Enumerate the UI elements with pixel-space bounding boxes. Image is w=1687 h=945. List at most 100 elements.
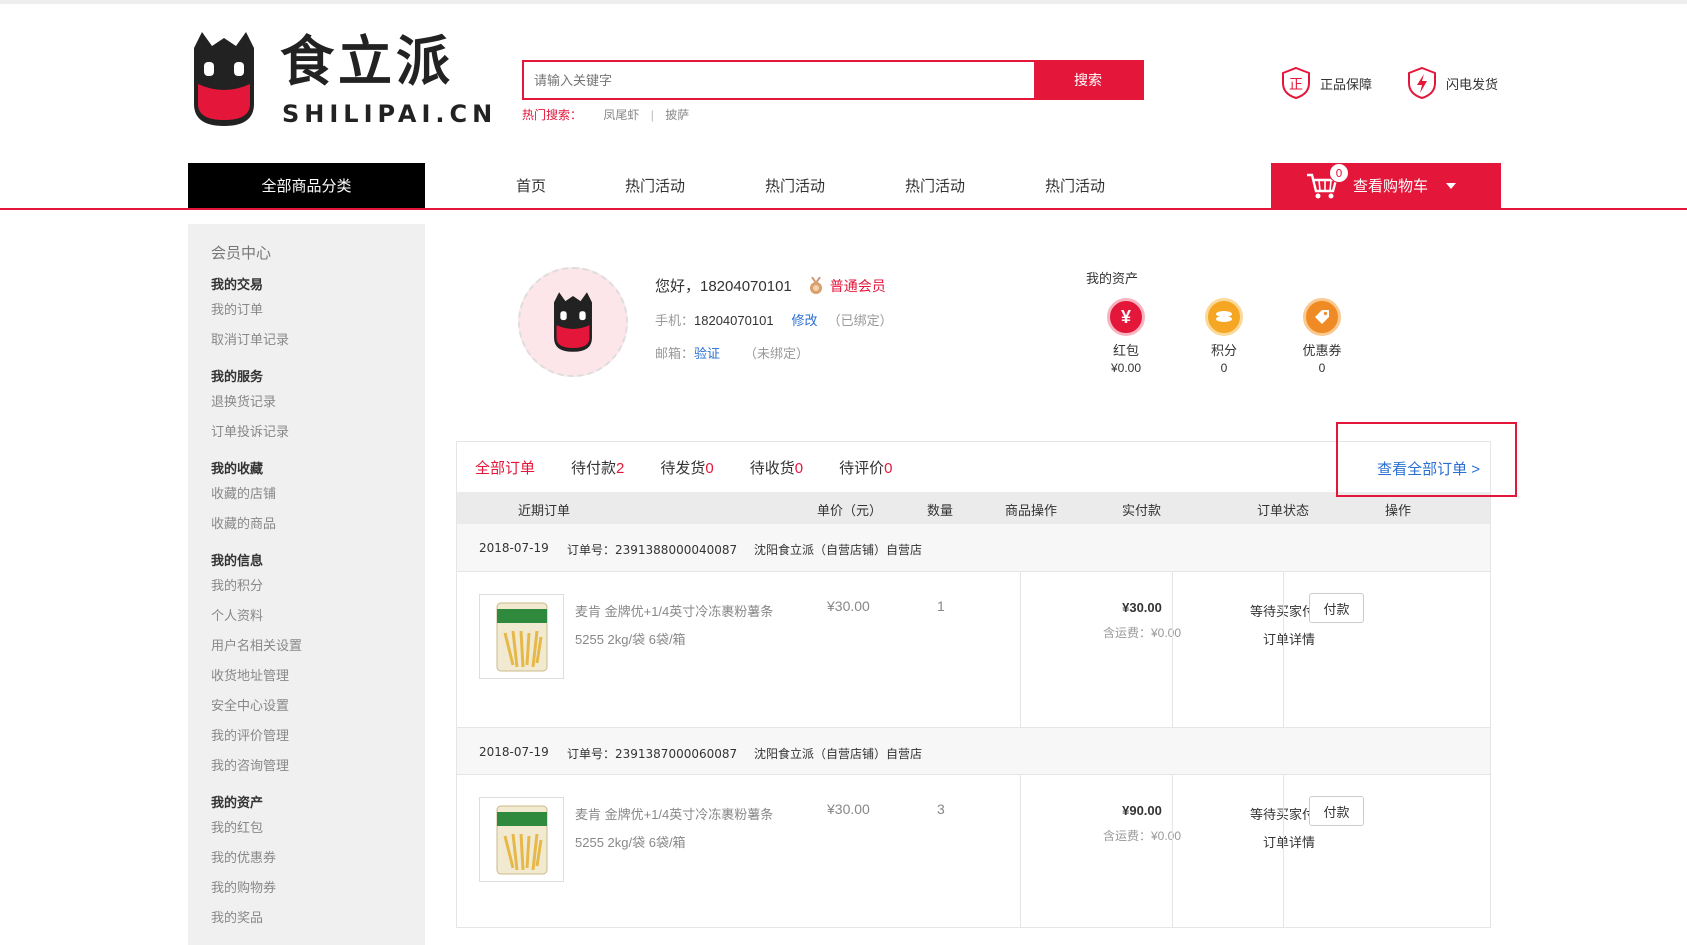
nav-item-activity[interactable]: 热门活动	[765, 163, 825, 208]
pay-button[interactable]: 付款	[1309, 593, 1364, 623]
product-image[interactable]	[479, 594, 564, 679]
product-name[interactable]: 麦肯 金牌优+1/4英寸冷冻裹粉薯条5255 2kg/袋 6袋/箱	[575, 801, 785, 857]
paid-amount: ¥30.00	[1122, 600, 1162, 615]
column-header: 订单状态	[1257, 503, 1310, 518]
tab-label: 待收货	[749, 459, 795, 477]
divider	[1172, 572, 1173, 727]
order-number: 订单号：2391388000040087	[567, 543, 738, 557]
asset-value: 0	[1318, 361, 1326, 375]
unit-price: ¥30.00	[827, 598, 870, 614]
tab-label: 全部订单	[475, 459, 536, 477]
tag-icon	[1303, 298, 1341, 336]
sidebar-item-vouchers[interactable]: 我的购物券	[211, 873, 425, 903]
sidebar-item-my-orders[interactable]: 我的订单	[211, 295, 425, 325]
tab-label: 待发货	[660, 459, 706, 477]
tab-count: 0	[794, 459, 804, 477]
sidebar-item-reviews[interactable]: 我的评价管理	[211, 721, 425, 751]
order-detail-link[interactable]: 订单详情	[1230, 829, 1348, 857]
tab-pending-review[interactable]: 待评价0	[839, 457, 892, 478]
search-button[interactable]: 搜索	[1034, 62, 1142, 98]
sidebar-item-returns[interactable]: 退换货记录	[211, 387, 425, 417]
sidebar-item-inquiries[interactable]: 我的咨询管理	[211, 751, 425, 781]
divider: |	[650, 108, 654, 122]
order-date: 2018-07-19	[479, 745, 549, 759]
sidebar-group: 我的交易	[211, 277, 264, 292]
member-level: 普通会员	[829, 277, 886, 294]
view-cart-button[interactable]: 0 查看购物车	[1271, 163, 1501, 208]
shop-name[interactable]: 沈阳食立派（自营店铺）自营店	[754, 745, 922, 762]
hot-keyword[interactable]: 披萨	[665, 108, 689, 122]
order-number: 订单号：2391387000060087	[567, 747, 738, 761]
tab-count: 2	[616, 459, 625, 477]
tab-all-orders[interactable]: 全部订单	[475, 457, 535, 478]
highlight-box	[1336, 422, 1517, 497]
greeting-row: 您好，18204070101 普通会员	[655, 275, 955, 296]
asset-red-packet[interactable]: ¥ 红包 ¥0.00	[1086, 298, 1166, 375]
tab-count: 0	[884, 459, 893, 477]
tab-label: 待付款	[571, 459, 617, 477]
cow-mascot-icon	[194, 32, 254, 126]
sidebar-title: 会员中心	[211, 245, 272, 262]
sidebar-item-complaints[interactable]: 订单投诉记录	[211, 417, 425, 447]
my-assets: 我的资产 ¥ 红包 ¥0.00 积分 0 优惠券 0	[1086, 268, 1406, 375]
sidebar-item-security[interactable]: 安全中心设置	[211, 691, 425, 721]
sidebar-item-profile[interactable]: 个人资料	[211, 601, 425, 631]
edit-phone-link[interactable]: 修改	[792, 313, 818, 328]
divider	[1020, 572, 1021, 727]
coin-icon	[1205, 298, 1243, 336]
sidebar-item-addresses[interactable]: 收货地址管理	[211, 661, 425, 691]
sidebar-item-fav-products[interactable]: 收藏的商品	[211, 509, 425, 539]
order-header: 2018-07-19 订单号：2391388000040087 沈阳食立派（自营…	[457, 524, 1490, 572]
shield-zheng-icon: 正	[1282, 66, 1310, 100]
nav-item-activity[interactable]: 热门活动	[1045, 163, 1105, 208]
email-label: 邮箱：	[655, 346, 695, 361]
promise-fast: 闪电发货	[1406, 66, 1498, 100]
sidebar-group: 我的收藏	[211, 461, 264, 476]
cart-count-badge: 0	[1329, 163, 1349, 183]
nav-item-home[interactable]: 首页	[516, 163, 546, 208]
shipping-fee: 含运费：¥0.00	[1102, 829, 1182, 843]
sidebar-item-red-packets[interactable]: 我的红包	[211, 813, 425, 843]
sidebar-item-prizes[interactable]: 我的奖品	[211, 903, 425, 933]
asset-label: 优惠券	[1302, 343, 1342, 358]
avatar[interactable]	[518, 267, 628, 377]
sidebar-item-fav-shops[interactable]: 收藏的店铺	[211, 479, 425, 509]
search-bar: 搜索	[522, 60, 1144, 100]
asset-coupons[interactable]: 优惠券 0	[1282, 298, 1362, 375]
brand-name: 食立派	[280, 30, 454, 93]
nav-item-activity[interactable]: 热门活动	[905, 163, 965, 208]
asset-label: 红包	[1112, 343, 1139, 358]
divider	[1283, 775, 1284, 928]
svg-text:正: 正	[1289, 77, 1303, 93]
hot-keyword[interactable]: 凤尾虾	[603, 108, 639, 122]
fries-bag-image	[496, 602, 547, 671]
promise-label: 正品保障	[1320, 77, 1373, 93]
pay-button[interactable]: 付款	[1309, 796, 1364, 826]
all-categories-button[interactable]: 全部商品分类	[188, 163, 425, 208]
sidebar-item-username[interactable]: 用户名相关设置	[211, 631, 425, 661]
main-nav: 全部商品分类 首页 热门活动 热门活动 热门活动 热门活动 0 查看购物车	[0, 163, 1687, 210]
profile-info: 您好，18204070101 普通会员 手机：18204070101 修改 （已绑定…	[655, 275, 955, 362]
sidebar-item-coupons[interactable]: 我的优惠券	[211, 843, 425, 873]
sidebar-item-cancelled-orders[interactable]: 取消订单记录	[211, 325, 425, 355]
search-input[interactable]	[524, 62, 1034, 98]
tab-pending-receipt[interactable]: 待收货0	[750, 457, 803, 478]
tab-pending-payment[interactable]: 待付款2	[571, 457, 624, 478]
order-detail-link[interactable]: 订单详情	[1230, 626, 1348, 654]
yuan-icon: ¥	[1107, 298, 1145, 336]
brand-logo[interactable]: 食立派 SHILIPAI.CN	[188, 26, 492, 130]
sidebar-group: 我的信息	[211, 553, 264, 568]
tab-pending-shipment[interactable]: 待发货0	[660, 457, 713, 478]
cow-avatar-icon	[554, 292, 592, 352]
nav-item-activity[interactable]: 热门活动	[625, 163, 685, 208]
cart-label: 查看购物车	[1353, 177, 1429, 195]
shop-name[interactable]: 沈阳食立派（自营店铺）自营店	[754, 541, 922, 558]
sidebar-item-points[interactable]: 我的积分	[211, 571, 425, 601]
product-name[interactable]: 麦肯 金牌优+1/4英寸冷冻裹粉薯条5255 2kg/袋 6袋/箱	[575, 598, 785, 654]
promise-genuine: 正 正品保障	[1280, 66, 1372, 100]
verify-email-link[interactable]: 验证	[694, 346, 720, 361]
assets-title: 我的资产	[1086, 271, 1139, 286]
product-image[interactable]	[479, 797, 564, 882]
asset-points[interactable]: 积分 0	[1184, 298, 1264, 375]
quantity: 1	[937, 598, 945, 614]
